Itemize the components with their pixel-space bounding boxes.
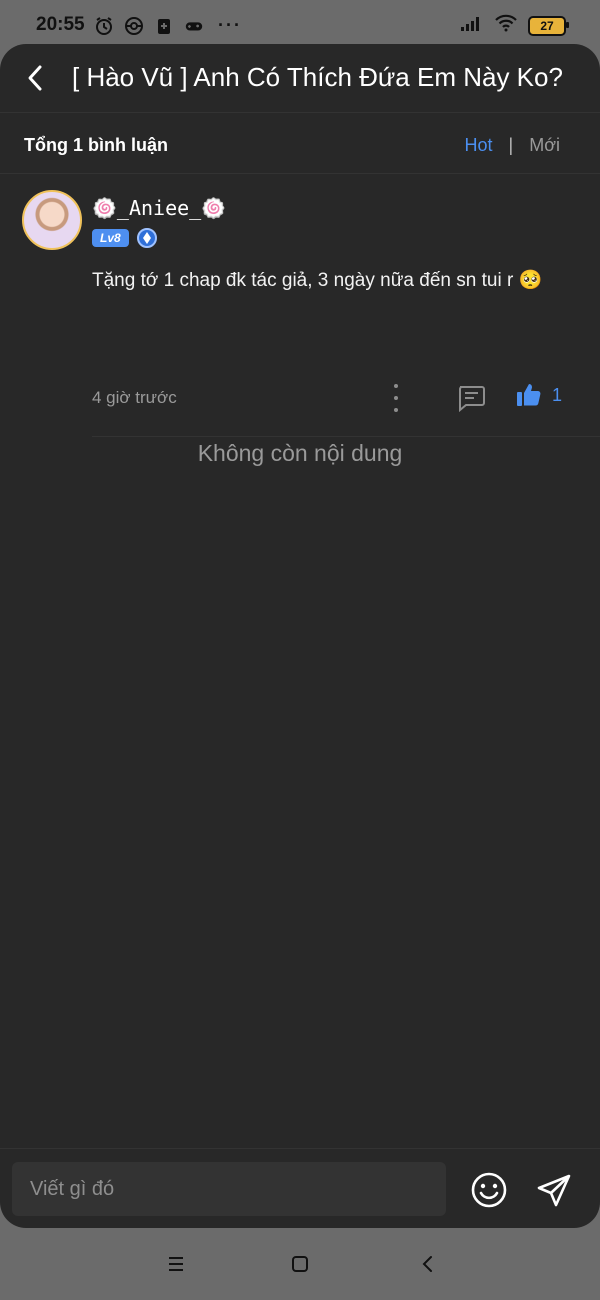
reply-button[interactable] [456,384,486,413]
wifi-icon [494,14,518,37]
back-button[interactable] [20,60,50,96]
dot [394,384,398,388]
signal-icon [460,14,484,37]
dot [394,408,398,412]
sort-toggle: Hot | Mới [465,135,561,156]
divider [92,436,600,437]
comment-input-bar [0,1148,600,1228]
sort-new-tab[interactable]: Mới [529,135,560,156]
end-of-content-message: Không còn nội dung [197,440,403,466]
top-header: [ Hào Vũ ] Anh Có Thích Đứa Em Này Ko? [0,44,600,113]
comment-username[interactable]: 🍥_Aniee_🍥 [92,196,226,220]
comment-bubble-icon [459,386,485,413]
status-left-icons: ··· [94,15,242,36]
recent-apps-button[interactable] [166,1254,186,1274]
comment-text: Tặng tớ 1 chap đk tác giả, 3 ngày nữa đế… [92,270,543,291]
level-badge: Lv8 [92,229,129,247]
comment-time: 4 giờ trước [92,388,177,407]
comment-item: 🍥_Aniee_🍥 Lv8 Tặng tớ 1 chap đk tác giả,… [0,174,600,437]
smiley-icon [471,1172,507,1208]
comment-count-label: Tổng 1 bình luận [24,135,168,155]
avatar[interactable] [22,190,82,250]
system-back-button[interactable] [418,1254,438,1274]
system-nav-bar [0,1228,600,1300]
vip-badge-icon [136,228,157,248]
alarm-icon [94,16,114,36]
menu-icon [169,1257,183,1271]
like-count: 1 [552,384,563,405]
status-bar: 20:55 ··· 27 [0,0,600,48]
sort-separator: | [508,135,514,155]
status-more-dots: ··· [218,15,242,35]
dot [394,396,398,400]
emoji-button[interactable] [470,1171,508,1209]
battery-indicator: 27 [528,15,569,36]
chevron-left-icon [28,65,42,91]
more-options-button[interactable] [386,384,406,412]
page-title: [ Hào Vũ ] Anh Có Thích Đứa Em Này Ko? [72,62,563,92]
chevron-left-icon [422,1256,432,1272]
thumbs-up-icon [517,384,541,406]
like-button[interactable]: 1 [516,382,562,408]
status-time: 20:55 [36,14,85,35]
status-right-icons: 27 [460,14,569,37]
clipboard-icon [154,16,174,36]
user-badges: Lv8 [92,228,157,248]
sort-hot-tab[interactable]: Hot [465,135,493,156]
gamepad-icon [184,16,204,36]
app-panel: [ Hào Vũ ] Anh Có Thích Đứa Em Này Ko? T… [0,44,600,1228]
home-button[interactable] [290,1254,310,1274]
pokeball-icon [124,16,144,36]
send-icon [537,1174,571,1207]
comments-summary-bar: Tổng 1 bình luận Hot | Mới [0,113,600,174]
send-button[interactable] [536,1173,572,1209]
square-icon [292,1256,308,1272]
comment-input[interactable] [12,1162,446,1216]
